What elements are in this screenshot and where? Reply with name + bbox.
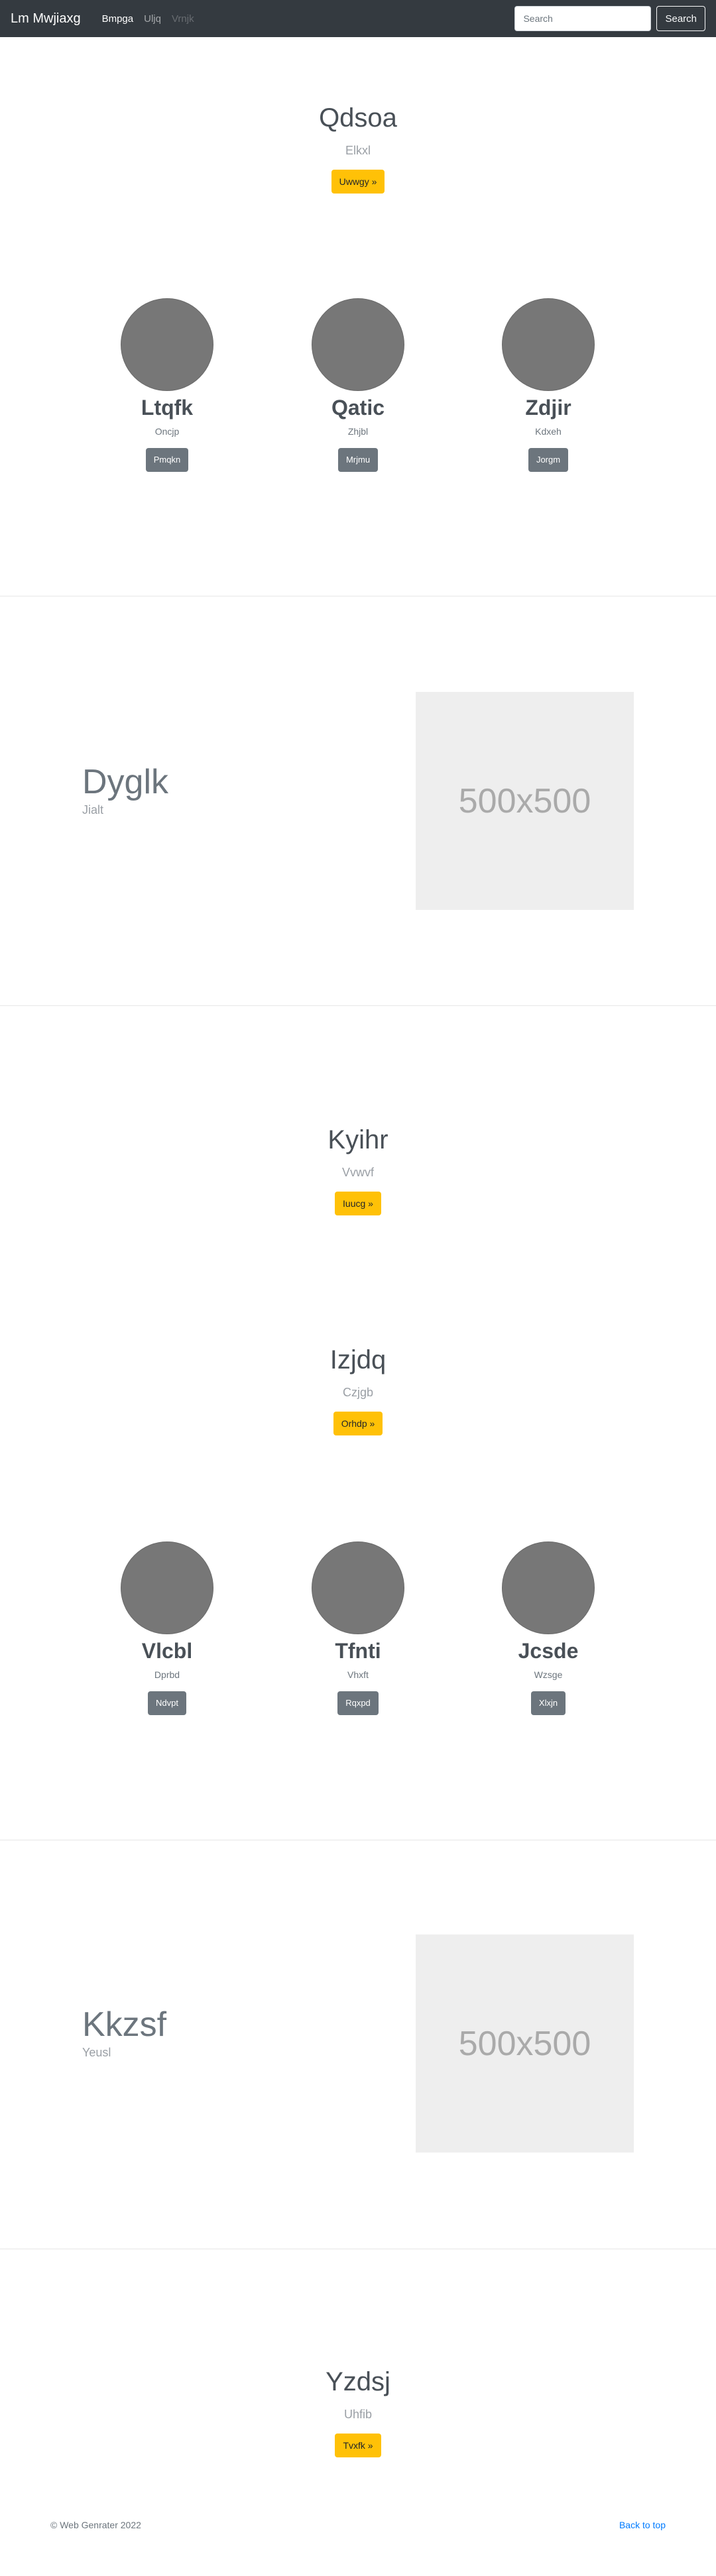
search-button[interactable]: Search [656,6,705,31]
avatar [121,298,213,391]
placeholder-image: 500x500 [416,1934,634,2153]
profile-button[interactable]: Ndvpt [148,1691,186,1715]
hero-title: Kyihr [328,1125,388,1154]
hero-subtitle: Elkxl [345,144,371,157]
hero-section-3: Izjdq Czjgb Orhdp » [0,1344,716,1435]
hero-title: Yzdsj [326,2367,390,2396]
hero-button[interactable]: Orhdp » [333,1412,383,1435]
placeholder-label: 500x500 [458,781,591,820]
avatar [312,1541,404,1634]
hero-button[interactable]: Iuucg » [335,1192,381,1215]
hero-section-2: Kyihr Vvwvf Iuucg » [0,1124,716,1215]
profile-name: Zdjir [525,396,571,420]
brand[interactable]: Lm Mwjiaxg [11,11,81,27]
hero-subtitle: Vvwvf [341,1166,374,1179]
profile-button[interactable]: Pmqkn [145,448,189,472]
hero-section-1: Qdsoa Elkxl Uwwgy » [0,102,716,194]
section-divider [0,1005,716,1006]
hero-button[interactable]: Uwwgy » [331,170,385,194]
placeholder-image: 500x500 [416,692,634,910]
profile-card: Tfnti Vhxft Rqxpd [278,1541,438,1715]
profile-role: Zhjbl [347,426,369,437]
avatar [121,1541,213,1634]
search-form: Search [514,6,705,31]
profile-name: Ltqfk [141,396,194,420]
avatar [312,298,404,391]
hero-subtitle: Czjgb [342,1386,374,1399]
profile-role: Vhxft [347,1669,369,1680]
profile-name: Tfnti [335,1639,381,1663]
navbar: Lm Mwjiaxg Bmpga Uljq Vrnjk Search [0,0,716,37]
profile-role: Kdxeh [535,426,562,437]
footer-copyright: © Web Genrater 2022 [50,2520,141,2530]
feature-text: Dyglk Jialt [82,762,168,817]
profile-role: Wzsge [534,1669,563,1680]
profile-card: Ltqfk Oncjp Pmqkn [88,298,247,472]
profile-name: Qatic [331,396,385,420]
hero-title: Izjdq [329,1345,387,1374]
hero-title: Qdsoa [319,103,397,133]
feature-title: Kkzsf [82,2005,167,2044]
hero-button[interactable]: Tvxfk » [335,2434,381,2457]
profile-name: Jcsde [518,1639,579,1663]
feature-subtitle: Yeusl [82,2046,111,2059]
profile-card: Jcsde Wzsge Xlxjn [469,1541,628,1715]
nav-links: Bmpga Uljq Vrnjk [97,13,200,25]
hero-section-4: Yzdsj Uhfib Tvxfk » [0,2366,716,2457]
profile-card: Zdjir Kdxeh Jorgm [469,298,628,472]
feature-title: Dyglk [82,763,169,801]
footer: © Web Genrater 2022 Back to top [0,2520,716,2536]
profile-card: Qatic Zhjbl Mrjmu [278,298,438,472]
profile-button[interactable]: Jorgm [528,448,569,472]
back-to-top-link[interactable]: Back to top [619,2520,666,2530]
feature-subtitle: Jialt [82,803,104,816]
profile-role: Dprbd [154,1669,180,1680]
avatar [502,298,595,391]
profile-button[interactable]: Mrjmu [337,448,379,472]
feature-text: Kkzsf Yeusl [82,2005,166,2060]
placeholder-label: 500x500 [458,2024,591,2063]
nav-link-3: Vrnjk [171,13,194,25]
nav-link-1[interactable]: Bmpga [97,13,139,25]
hero-subtitle: Uhfib [343,2408,373,2421]
nav-link-2[interactable]: Uljq [139,13,166,25]
avatar [502,1541,595,1634]
profile-button[interactable]: Rqxpd [337,1691,379,1715]
profile-button[interactable]: Xlxjn [530,1691,566,1715]
search-input[interactable] [514,6,652,31]
profile-card: Vlcbl Dprbd Ndvpt [88,1541,247,1715]
profile-role: Oncjp [154,426,180,437]
profile-name: Vlcbl [141,1639,193,1663]
